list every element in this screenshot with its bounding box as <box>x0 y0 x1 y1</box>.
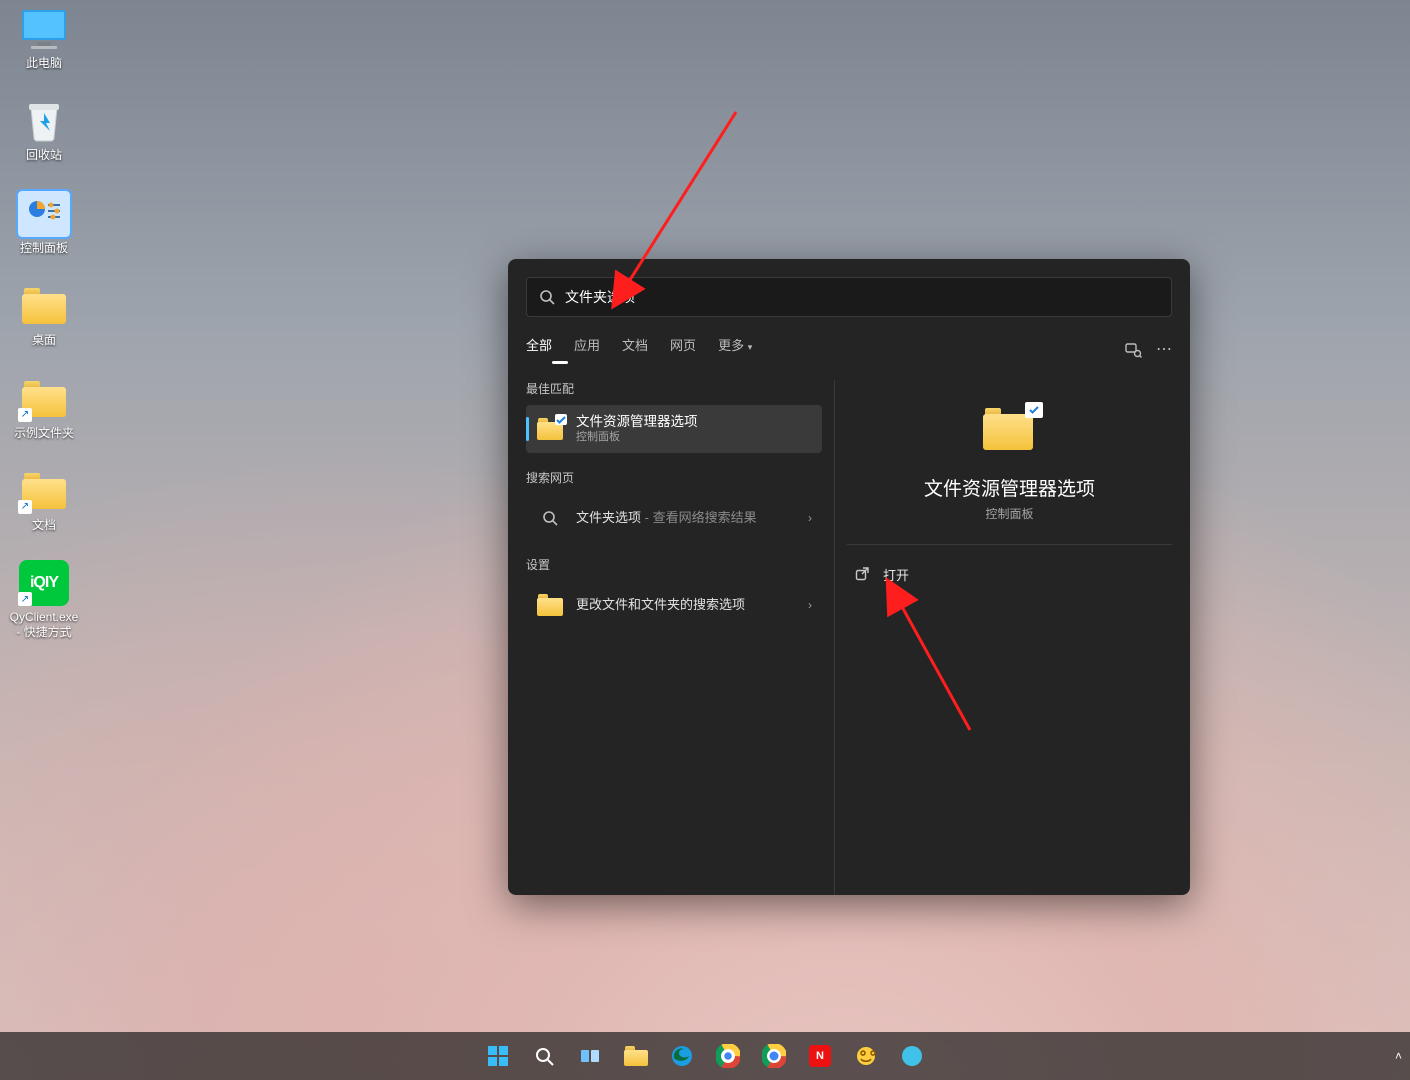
search-panel: 全部 应用 文档 网页 更多 ▾ ⋯ 最佳匹配 文件资源管理器选项 控制面板 <box>508 259 1190 895</box>
control-panel-icon <box>18 191 70 237</box>
preview-subtitle: 控制面板 <box>985 505 1033 522</box>
search-tabs: 全部 应用 文档 网页 更多 ▾ ⋯ <box>526 335 1172 364</box>
chevron-right-icon: › <box>808 598 812 612</box>
taskbar-app-button[interactable] <box>846 1036 886 1076</box>
preview-title: 文件资源管理器选项 <box>924 474 1095 501</box>
folder-options-icon <box>536 415 564 443</box>
recycle-bin-icon <box>18 98 70 144</box>
divider <box>847 544 1172 545</box>
desktop-icon-folder-documents[interactable]: ↗ 文档 <box>6 468 82 532</box>
result-best-match[interactable]: 文件资源管理器选项 控制面板 <box>526 405 822 453</box>
shortcut-badge-icon: ↗ <box>18 500 32 514</box>
desktop-icons-column: 此电脑 回收站 控制面板 桌面 ↗ 示例文件夹 ↗ 文档 <box>6 6 82 639</box>
search-options-icon[interactable] <box>1124 341 1142 359</box>
section-settings: 设置 <box>526 556 822 573</box>
result-title: 更改文件和文件夹的搜索选项 <box>576 597 745 613</box>
desktop-icon-iqiyi[interactable]: iQIY ↗ QyClient.exe - 快捷方式 <box>6 560 82 639</box>
result-title: 文件夹选项 - 查看网络搜索结果 <box>576 510 757 526</box>
taskbar-edge-button[interactable] <box>662 1036 702 1076</box>
taskbar-start-button[interactable] <box>478 1036 518 1076</box>
chevron-right-icon: › <box>808 511 812 525</box>
section-best-match: 最佳匹配 <box>526 380 822 397</box>
shortcut-badge-icon: ↗ <box>18 592 32 606</box>
result-settings-item[interactable]: 更改文件和文件夹的搜索选项 › <box>526 581 822 629</box>
folder-icon: ↗ <box>18 468 70 514</box>
taskbar-app-button[interactable] <box>892 1036 932 1076</box>
desktop-icon-label: 控制面板 <box>20 241 68 255</box>
desktop-icon-this-pc[interactable]: 此电脑 <box>6 6 82 70</box>
tab-more[interactable]: 更多 ▾ <box>718 335 752 364</box>
folder-icon <box>18 283 70 329</box>
folder-options-icon <box>536 591 564 619</box>
iqiyi-icon: iQIY ↗ <box>18 560 70 606</box>
tray-chevron-icon[interactable]: ˄ <box>1395 1049 1402 1063</box>
desktop-icon-recycle-bin[interactable]: 回收站 <box>6 98 82 162</box>
search-icon <box>539 289 555 305</box>
search-input[interactable] <box>565 289 1159 305</box>
result-title: 文件资源管理器选项 <box>576 414 698 430</box>
shortcut-badge-icon: ↗ <box>18 408 32 422</box>
desktop-icon-label: 桌面 <box>32 333 56 347</box>
desktop-icon-folder-example[interactable]: ↗ 示例文件夹 <box>6 376 82 440</box>
search-icon <box>536 504 564 532</box>
taskbar-chrome-button[interactable] <box>708 1036 748 1076</box>
taskbar-taskview-button[interactable] <box>570 1036 610 1076</box>
taskbar-explorer-button[interactable] <box>616 1036 656 1076</box>
result-subtitle: 控制面板 <box>576 431 698 444</box>
taskbar-search-button[interactable] <box>524 1036 564 1076</box>
taskbar-chrome2-button[interactable] <box>754 1036 794 1076</box>
desktop-icon-folder-desktop[interactable]: 桌面 <box>6 283 82 347</box>
desktop-icon-label: QyClient.exe - 快捷方式 <box>6 610 82 639</box>
tab-apps[interactable]: 应用 <box>574 335 600 364</box>
tab-documents[interactable]: 文档 <box>622 335 648 364</box>
desktop-icon-control-panel[interactable]: 控制面板 <box>6 191 82 255</box>
search-box[interactable] <box>526 277 1172 317</box>
desktop-icon-label: 此电脑 <box>26 56 62 70</box>
desktop-icon-label: 文档 <box>32 518 56 532</box>
tab-all[interactable]: 全部 <box>526 335 552 364</box>
section-web: 搜索网页 <box>526 469 822 486</box>
tab-web[interactable]: 网页 <box>670 335 696 364</box>
search-preview-pane: 文件资源管理器选项 控制面板 打开 <box>834 380 1172 895</box>
action-label: 打开 <box>883 565 909 584</box>
taskbar: N ˄ <box>0 1032 1410 1080</box>
desktop-icon-label: 示例文件夹 <box>14 426 74 440</box>
folder-options-icon <box>983 408 1037 456</box>
folder-icon: ↗ <box>18 376 70 422</box>
this-pc-icon <box>18 6 70 52</box>
desktop-icon-label: 回收站 <box>26 148 62 162</box>
more-options-icon[interactable]: ⋯ <box>1156 342 1172 358</box>
search-results-column: 最佳匹配 文件资源管理器选项 控制面板 搜索网页 文件夹选项 - <box>526 380 822 895</box>
taskbar-app-button[interactable]: N <box>800 1036 840 1076</box>
open-external-icon <box>853 565 871 583</box>
taskbar-system-tray[interactable]: ˄ <box>1395 1032 1402 1080</box>
preview-action-open[interactable]: 打开 <box>847 553 1172 595</box>
result-web-search[interactable]: 文件夹选项 - 查看网络搜索结果 › <box>526 494 822 542</box>
